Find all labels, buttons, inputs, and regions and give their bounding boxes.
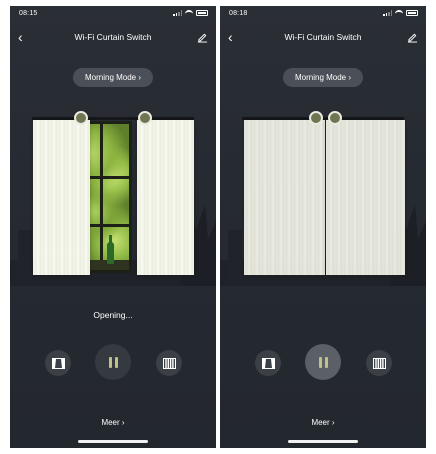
status-time: 08:15 (19, 10, 38, 17)
control-bar (220, 344, 426, 380)
status-icons (383, 10, 418, 16)
wifi-icon (395, 10, 403, 16)
nav-bar: ‹ Wi-Fi Curtain Switch (10, 28, 216, 48)
curtain-open-icon (261, 357, 275, 369)
curtain-right-panel (326, 120, 405, 275)
page-title: Wi-Fi Curtain Switch (74, 32, 152, 42)
curtain-scene (220, 110, 426, 286)
bottle-decoration (107, 235, 114, 264)
signal-icon (173, 10, 182, 16)
morning-mode-button[interactable]: Morning Mode › (282, 68, 364, 87)
edit-icon[interactable] (407, 31, 418, 43)
curtain-right-handle[interactable] (328, 111, 342, 125)
pause-button[interactable] (95, 344, 131, 380)
curtain-right-handle[interactable] (138, 111, 152, 125)
home-indicator (78, 440, 148, 443)
battery-icon (196, 10, 208, 16)
close-curtain-button[interactable] (366, 350, 392, 376)
phone-screen-right: 08:18 ‹ Wi-Fi Curtain Switch Morning Mod… (220, 6, 426, 448)
battery-icon (406, 10, 418, 16)
page-title: Wi-Fi Curtain Switch (284, 32, 362, 42)
curtain-close-icon (162, 357, 176, 369)
morning-mode-button[interactable]: Morning Mode › (72, 68, 154, 87)
control-bar (10, 344, 216, 380)
signal-icon (383, 10, 392, 16)
nav-bar: ‹ Wi-Fi Curtain Switch (220, 28, 426, 48)
curtain-open-icon (51, 357, 65, 369)
curtain-close-icon (372, 357, 386, 369)
pause-button[interactable] (305, 344, 341, 380)
pause-icon (108, 356, 118, 368)
phone-screen-left: 08:15 ‹ Wi-Fi Curtain Switch Morning Mod… (10, 6, 216, 448)
pause-icon (318, 356, 328, 368)
home-indicator (288, 440, 358, 443)
curtain-scene (10, 110, 216, 286)
more-link[interactable]: Meer › (220, 418, 426, 427)
curtain-left-handle[interactable] (74, 111, 88, 125)
curtain-right-panel (137, 120, 194, 275)
open-curtain-button[interactable] (45, 350, 71, 376)
wifi-icon (185, 10, 193, 16)
status-icons (173, 10, 208, 16)
status-time: 08:18 (229, 10, 248, 17)
status-bar: 08:15 (10, 6, 216, 24)
open-curtain-button[interactable] (255, 350, 281, 376)
status-bar: 08:18 (220, 6, 426, 24)
close-curtain-button[interactable] (156, 350, 182, 376)
curtain-left-panel (33, 120, 90, 275)
more-link[interactable]: Meer › (10, 418, 216, 427)
edit-icon[interactable] (197, 31, 208, 43)
status-text: Opening... (93, 310, 133, 320)
curtain-left-handle[interactable] (309, 111, 323, 125)
curtain-left-panel (244, 120, 325, 275)
